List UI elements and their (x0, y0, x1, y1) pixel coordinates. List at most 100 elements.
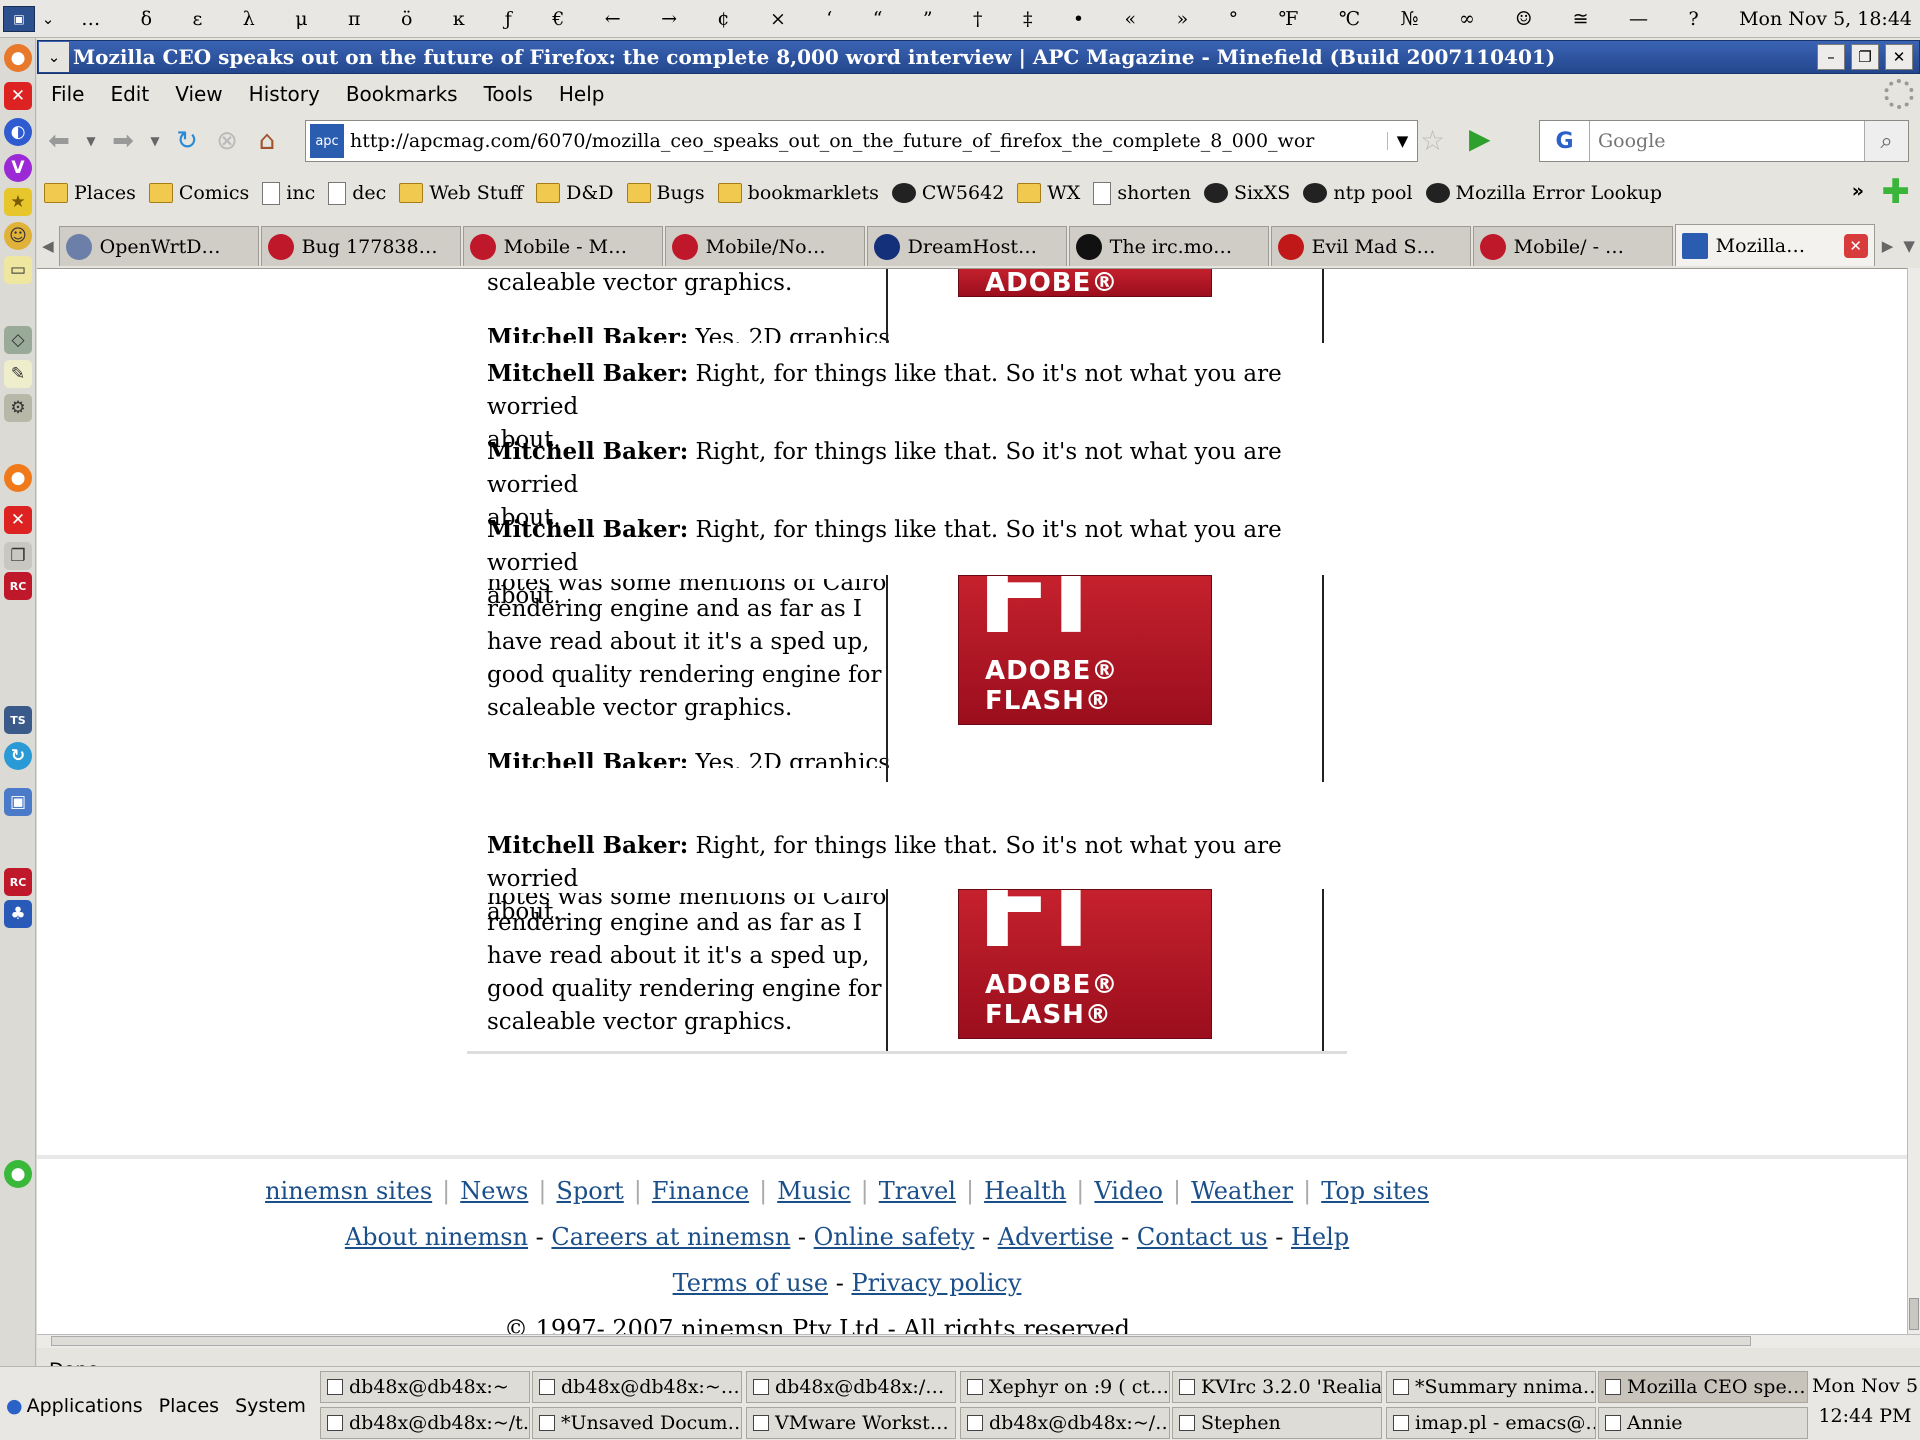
firefox-icon[interactable]: ● (4, 44, 32, 72)
footer-link[interactable]: Contact us (1137, 1223, 1268, 1251)
tab[interactable]: Evil Mad S… (1270, 226, 1471, 266)
back-icon[interactable]: ⬅ (41, 123, 77, 159)
footer-link[interactable]: Terms of use (673, 1269, 828, 1297)
taskbar-button[interactable]: *Summary nnima… (1386, 1371, 1596, 1403)
char-button[interactable]: ℉ (1275, 8, 1303, 30)
footer-link[interactable]: Top sites (1321, 1177, 1429, 1205)
char-button[interactable]: † (969, 8, 987, 30)
taskbar-button[interactable]: Mozilla CEO spe… (1598, 1371, 1808, 1403)
url-input[interactable] (350, 130, 1387, 152)
panel-clock[interactable]: Mon Nov 5 12:44 PM (1810, 1375, 1920, 1427)
footer-link[interactable]: Help (1291, 1223, 1349, 1251)
menu-edit[interactable]: Edit (110, 82, 149, 106)
char-button[interactable]: € (548, 8, 568, 30)
go-icon[interactable]: ▶ (1469, 122, 1491, 155)
char-button[interactable]: ‡ (1019, 8, 1037, 30)
footer-link[interactable]: ninemsn sites (265, 1177, 432, 1205)
pidgin-icon[interactable]: ☺ (4, 222, 32, 250)
stop-icon[interactable]: ⊗ (209, 123, 245, 159)
tab[interactable]: Bug 177838… (260, 226, 461, 266)
terminal-server-icon[interactable]: TS (4, 706, 32, 734)
url-dropdown-icon[interactable]: ▼ (1387, 132, 1417, 150)
char-button[interactable]: ö (397, 8, 416, 30)
bookmark-item[interactable]: SixXS (1203, 182, 1290, 204)
close-tab-icon[interactable]: ✕ (1843, 233, 1868, 258)
taskbar-button[interactable]: Stephen (1172, 1407, 1382, 1439)
bookmark-item[interactable]: CW5642 (891, 182, 1004, 204)
stop-icon[interactable]: ✕ (4, 506, 32, 534)
taskbar-button[interactable]: db48x@db48x:~… (532, 1371, 742, 1403)
menu-bookmarks[interactable]: Bookmarks (346, 82, 458, 106)
bookmark-item[interactable]: WX (1017, 182, 1080, 204)
char-button[interactable]: ƒ (501, 8, 516, 30)
menu-history[interactable]: History (249, 82, 320, 106)
menu-tools[interactable]: Tools (484, 82, 533, 106)
footer-link[interactable]: Finance (652, 1177, 749, 1205)
forward-history-icon[interactable]: ▼ (145, 123, 165, 159)
footer-link[interactable]: Careers at ninemsn (551, 1223, 790, 1251)
search-bar[interactable]: G ⌕ (1539, 120, 1909, 162)
google-engine-icon[interactable]: G (1540, 121, 1590, 161)
notes-icon[interactable]: ▭ (4, 256, 32, 284)
maximize-button[interactable]: ❐ (1851, 44, 1879, 70)
char-button[interactable]: ‘ (822, 8, 836, 30)
bookmark-item[interactable]: bookmarklets (717, 182, 879, 204)
url-bar[interactable]: apc ▼ (305, 120, 1418, 162)
reload-icon[interactable]: ↻ (169, 123, 205, 159)
bookmark-item[interactable]: dec (328, 181, 386, 205)
tab[interactable]: The irc.mo… (1068, 226, 1269, 266)
tab-list-icon[interactable]: ▼ (1898, 226, 1920, 266)
eraser-icon[interactable]: ◇ (4, 326, 32, 354)
refresh-app-icon[interactable]: ↻ (4, 742, 32, 770)
char-button[interactable]: μ (291, 8, 311, 30)
taskbar-button[interactable]: Annie (1598, 1407, 1808, 1439)
footer-link[interactable]: Health (984, 1177, 1066, 1205)
monitor-icon[interactable]: ▣ (4, 788, 32, 816)
forward-icon[interactable]: ➡ (105, 123, 141, 159)
char-button[interactable]: ° (1225, 8, 1243, 30)
taskbar-button[interactable]: db48x@db48x:/… (746, 1371, 956, 1403)
tab[interactable]: Mozilla… ✕ (1674, 224, 1875, 266)
char-button[interactable]: λ (239, 8, 259, 30)
close-app-icon[interactable]: ✕ (4, 82, 32, 110)
tab[interactable]: DreamHost… (866, 226, 1067, 266)
title-bar[interactable]: ⌄ Mozilla CEO speaks out on the future o… (37, 40, 1920, 74)
tab-scroll-left-icon[interactable]: ◀ (37, 226, 59, 266)
char-button[interactable]: • (1069, 8, 1088, 30)
char-button[interactable]: « (1121, 8, 1141, 30)
top-clock[interactable]: Mon Nov 5, 18:44 (1739, 8, 1920, 30)
text-editor-icon[interactable]: ✎ (4, 360, 32, 388)
bookmarks-overflow-icon[interactable]: » (1852, 180, 1864, 202)
globe-icon[interactable]: ◐ (4, 118, 32, 146)
bookmark-item[interactable]: inc (262, 181, 315, 205)
bookmark-item[interactable]: ntp pool (1303, 182, 1413, 204)
bookmark-star-icon[interactable]: ☆ (1420, 124, 1445, 157)
search-input[interactable] (1590, 130, 1864, 152)
char-button[interactable]: ¢ (713, 8, 733, 30)
footer-link[interactable]: Sport (556, 1177, 623, 1205)
network-icon[interactable]: ⚙ (4, 394, 32, 422)
char-button[interactable]: δ (137, 8, 156, 30)
menu-file[interactable]: File (51, 82, 84, 106)
footer-link[interactable]: Online safety (814, 1223, 975, 1251)
char-button[interactable]: ℃ (1335, 8, 1364, 30)
char-button[interactable]: π (344, 8, 365, 30)
tab[interactable]: Mobile/No… (664, 226, 865, 266)
char-button[interactable]: ĸ (449, 8, 469, 30)
window-menu-icon[interactable]: ⌄ (39, 42, 69, 72)
tux-icon[interactable]: ♣ (4, 900, 32, 928)
bookmark-item[interactable]: Bugs (626, 182, 705, 204)
footer-link[interactable]: News (460, 1177, 528, 1205)
taskbar-button[interactable]: KVIrc 3.2.0 'Realia' (1172, 1371, 1382, 1403)
tab-scroll-right-icon[interactable]: ▶ (1877, 226, 1899, 266)
taskbar-button[interactable]: db48x@db48x:~/… (960, 1407, 1170, 1439)
char-button[interactable]: → (657, 8, 681, 30)
footer-link[interactable]: About ninemsn (345, 1223, 528, 1251)
taskbar-button[interactable]: *Unsaved Docum… (532, 1407, 742, 1439)
taskbar-button[interactable]: imap.pl - emacs@… (1386, 1407, 1596, 1439)
back-history-icon[interactable]: ▼ (81, 123, 101, 159)
char-button[interactable]: ” (919, 8, 937, 30)
footer-link[interactable]: Advertise (998, 1223, 1114, 1251)
status-green-icon[interactable]: ● (4, 1160, 32, 1188)
footer-link[interactable]: Privacy policy (851, 1269, 1021, 1297)
